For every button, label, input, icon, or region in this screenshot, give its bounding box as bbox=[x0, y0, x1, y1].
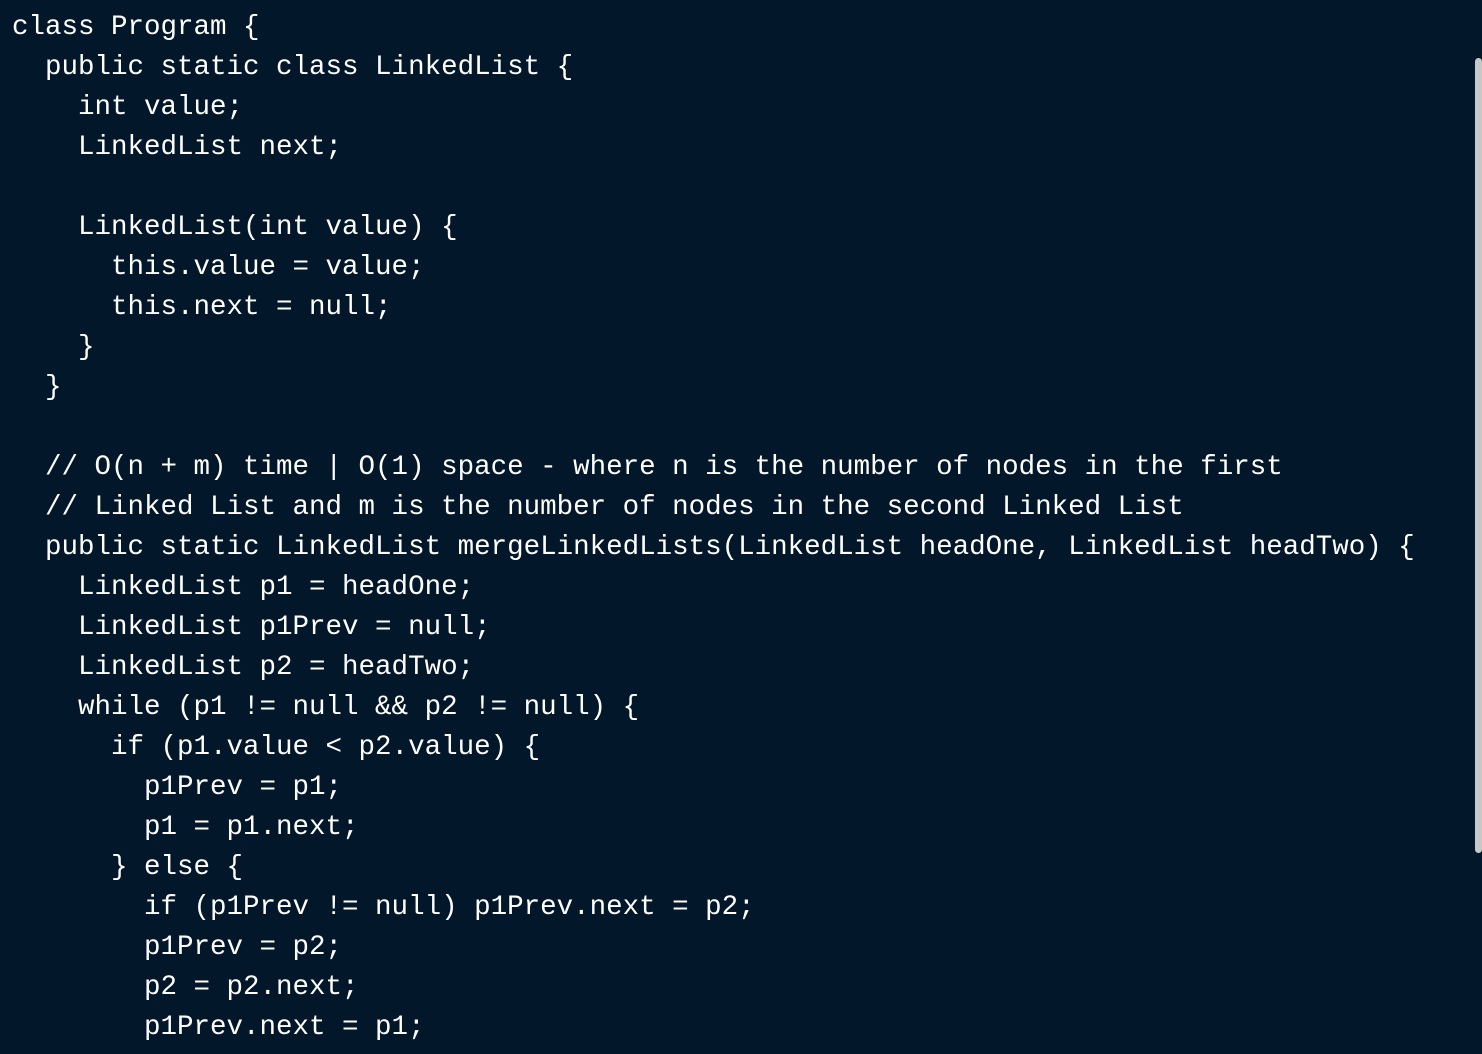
code-line: if (p1Prev != null) p1Prev.next = p2; bbox=[12, 892, 755, 923]
code-line: int value; bbox=[12, 92, 244, 123]
code-block: class Program { public static class Link… bbox=[12, 8, 1415, 1048]
code-line: p1Prev = p2; bbox=[12, 932, 343, 963]
code-line: p2 = p2.next; bbox=[12, 972, 359, 1003]
code-comment-line: // Linked List and m is the number of no… bbox=[12, 492, 1184, 523]
code-line: LinkedList(int value) { bbox=[12, 212, 458, 243]
vertical-scrollbar[interactable] bbox=[1474, 0, 1482, 1054]
code-line: public static LinkedList mergeLinkedList… bbox=[12, 532, 1415, 563]
code-line: public static class LinkedList { bbox=[12, 52, 574, 83]
code-line: LinkedList p1Prev = null; bbox=[12, 612, 491, 643]
code-line: LinkedList p2 = headTwo; bbox=[12, 652, 475, 683]
code-line: this.value = value; bbox=[12, 252, 425, 283]
code-line: this.next = null; bbox=[12, 292, 392, 323]
code-line: p1Prev = p1; bbox=[12, 772, 343, 803]
code-line: LinkedList next; bbox=[12, 132, 343, 163]
code-line: while (p1 != null && p2 != null) { bbox=[12, 692, 640, 723]
code-line: } else { bbox=[12, 852, 244, 883]
scrollbar-thumb[interactable] bbox=[1475, 58, 1482, 853]
code-line: p1 = p1.next; bbox=[12, 812, 359, 843]
code-line: if (p1.value < p2.value) { bbox=[12, 732, 541, 763]
code-comment-line: // O(n + m) time | O(1) space - where n … bbox=[12, 452, 1283, 483]
code-line: p1Prev.next = p1; bbox=[12, 1012, 425, 1043]
code-line: } bbox=[12, 372, 62, 403]
code-line: } bbox=[12, 332, 95, 363]
code-line: LinkedList p1 = headOne; bbox=[12, 572, 475, 603]
code-line: class Program { bbox=[12, 12, 260, 43]
code-editor[interactable]: class Program { public static class Link… bbox=[0, 0, 1482, 1054]
